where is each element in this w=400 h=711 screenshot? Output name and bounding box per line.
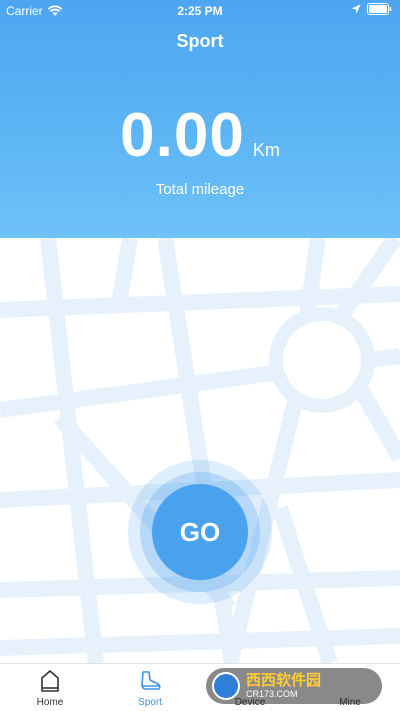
status-time: 2:25 PM [177, 4, 223, 18]
page-title: Sport [176, 31, 224, 51]
watermark-text-en: CR173.COM [246, 688, 298, 699]
location-arrow-icon [351, 4, 361, 14]
go-button-container: GO [128, 460, 272, 604]
tab-home-label: Home [36, 697, 64, 708]
distance-unit: Km [252, 140, 280, 160]
total-mileage-label: Total mileage [155, 181, 245, 198]
status-right [351, 3, 392, 15]
go-button[interactable]: GO [152, 484, 248, 580]
tab-sport[interactable]: Sport [100, 664, 200, 711]
battery-icon [367, 3, 392, 15]
watermark: 西西软件园 CR173.COM [206, 668, 382, 704]
distance-value: 0.00 [120, 101, 245, 170]
tab-sport-label: Sport [138, 697, 162, 708]
watermark-text: 西西软件园 CR173.COM [246, 671, 322, 700]
status-bar: Carrier 2:25 PM [0, 0, 400, 22]
distance-display: 0.00 Km [0, 100, 400, 171]
watermark-logo-icon [212, 672, 240, 700]
sport-header: Carrier 2:25 PM Sport 0.00 Km Total mile… [0, 0, 400, 238]
tab-home[interactable]: Home [0, 664, 100, 711]
home-icon [41, 670, 59, 692]
shoe-icon [141, 671, 161, 690]
watermark-text-cn: 西西软件园 [246, 671, 322, 689]
